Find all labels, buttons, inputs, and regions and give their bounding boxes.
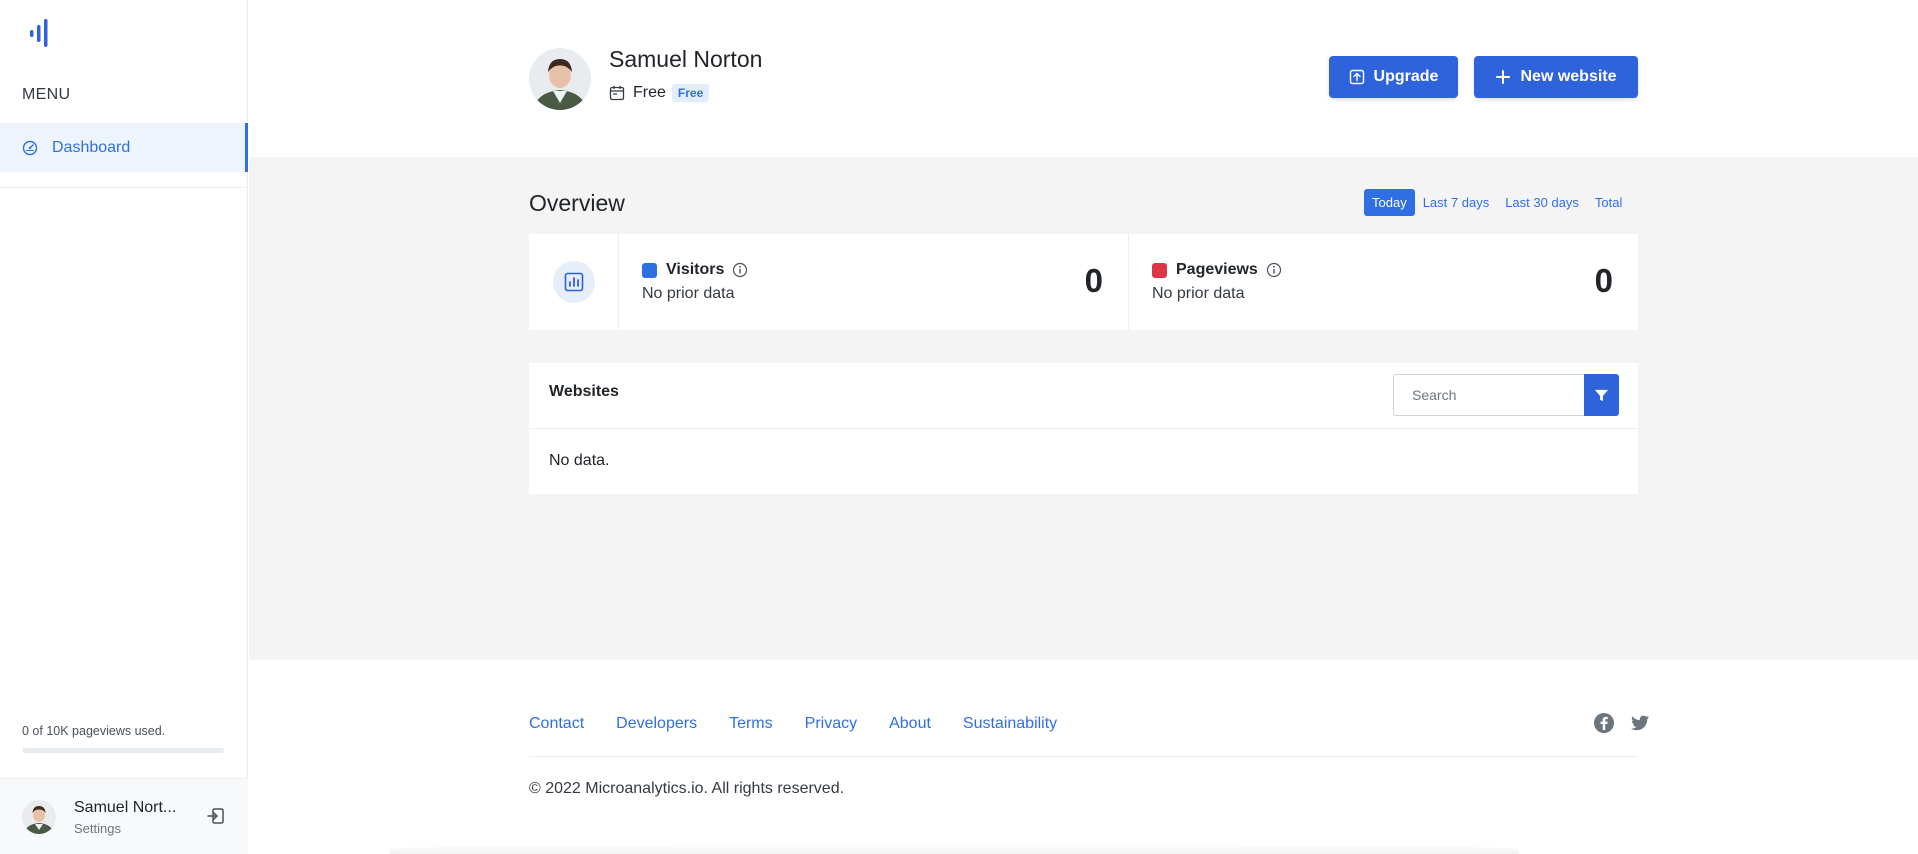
- profile-name: Samuel Norton: [609, 46, 763, 72]
- stat-subtext: No prior data: [1152, 285, 1245, 302]
- sidebar-item-dashboard[interactable]: Dashboard: [0, 123, 248, 172]
- sidebar-divider: [0, 187, 248, 188]
- footer-link-terms[interactable]: Terms: [729, 715, 773, 733]
- websites-card: Websites No data.: [529, 363, 1638, 494]
- range-tabs: Today Last 7 days Last 30 days Total: [1364, 189, 1630, 216]
- tab-last-7-days[interactable]: Last 7 days: [1415, 189, 1498, 216]
- info-icon[interactable]: [1266, 262, 1282, 278]
- overview-title: Overview: [529, 190, 625, 216]
- search-input[interactable]: [1393, 374, 1584, 416]
- websites-title: Websites: [549, 383, 619, 400]
- logout-icon[interactable]: [206, 806, 226, 826]
- tab-total[interactable]: Total: [1587, 189, 1630, 216]
- upgrade-button[interactable]: Upgrade: [1329, 56, 1458, 98]
- footer-link-about[interactable]: About: [889, 715, 931, 733]
- footer-link-privacy[interactable]: Privacy: [805, 715, 857, 733]
- stats-card: Visitors No prior data 0 Pageviews No pr…: [529, 234, 1638, 330]
- stats-icon-cell: [529, 234, 619, 330]
- websites-divider: [529, 428, 1638, 429]
- tab-today[interactable]: Today: [1364, 189, 1415, 216]
- logo-icon[interactable]: [28, 16, 54, 52]
- main-content: Overview Today Last 7 days Last 30 days …: [249, 157, 1918, 660]
- profile-header: Samuel Norton Free Free Upgrade New webs…: [249, 0, 1918, 157]
- menu-heading: MENU: [22, 86, 71, 103]
- search-group: [1393, 374, 1619, 416]
- sidebar: MENU Dashboard 0 of 10K pageviews used. …: [0, 0, 248, 854]
- upgrade-label: Upgrade: [1373, 68, 1439, 85]
- stat-label: Visitors: [666, 261, 725, 278]
- new-website-label: New website: [1520, 68, 1617, 85]
- footer-link-sustainability[interactable]: Sustainability: [963, 715, 1057, 733]
- stat-head: Pageviews: [1152, 261, 1282, 279]
- footer-divider: [529, 756, 1638, 757]
- filter-icon: [1594, 389, 1609, 401]
- usage-progress-bar: [22, 748, 224, 753]
- stat-visitors: Visitors No prior data 0: [619, 234, 1129, 330]
- plan-badge: Free: [671, 84, 710, 102]
- empty-state: No data.: [549, 452, 610, 469]
- plus-icon: [1495, 69, 1511, 85]
- dashboard-gauge-icon: [22, 140, 38, 156]
- info-icon[interactable]: [732, 262, 748, 278]
- bottom-shadow: [389, 844, 1519, 854]
- footer: Contact Developers Terms Privacy About S…: [249, 660, 1918, 854]
- plan-name: Free: [633, 84, 666, 101]
- tab-last-30-days[interactable]: Last 30 days: [1497, 189, 1587, 216]
- stats-icon-circle: [552, 261, 595, 303]
- stat-value: 0: [1594, 262, 1613, 299]
- usage-text: 0 of 10K pageviews used.: [22, 724, 166, 738]
- stat-pageviews: Pageviews No prior data 0: [1129, 234, 1638, 330]
- footer-link-contact[interactable]: Contact: [529, 715, 584, 733]
- upgrade-icon: [1349, 69, 1365, 85]
- user-name[interactable]: Samuel Nort...: [74, 799, 176, 817]
- social-links: [1579, 712, 1651, 734]
- settings-link[interactable]: Settings: [74, 821, 121, 836]
- profile-avatar: [529, 48, 591, 110]
- copyright: © 2022 Microanalytics.io. All rights res…: [529, 780, 845, 797]
- footer-links: Contact Developers Terms Privacy About S…: [529, 715, 1089, 733]
- user-panel: Samuel Nort... Settings: [0, 778, 248, 854]
- visitors-swatch: [642, 262, 657, 278]
- stat-label: Pageviews: [1176, 261, 1258, 278]
- pageviews-swatch: [1152, 262, 1167, 278]
- filter-button[interactable]: [1584, 374, 1619, 416]
- stat-subtext: No prior data: [642, 285, 735, 302]
- bar-chart-icon: [564, 272, 583, 292]
- facebook-icon[interactable]: [1593, 712, 1615, 734]
- twitter-icon[interactable]: [1629, 712, 1651, 734]
- stat-head: Visitors: [642, 261, 748, 279]
- user-avatar[interactable]: [22, 800, 56, 834]
- plan-row: Free Free: [609, 84, 710, 102]
- new-website-button[interactable]: New website: [1474, 56, 1638, 98]
- stat-value: 0: [1084, 262, 1103, 299]
- calendar-icon: [609, 85, 625, 101]
- sidebar-item-label: Dashboard: [52, 138, 131, 156]
- footer-link-developers[interactable]: Developers: [616, 715, 697, 733]
